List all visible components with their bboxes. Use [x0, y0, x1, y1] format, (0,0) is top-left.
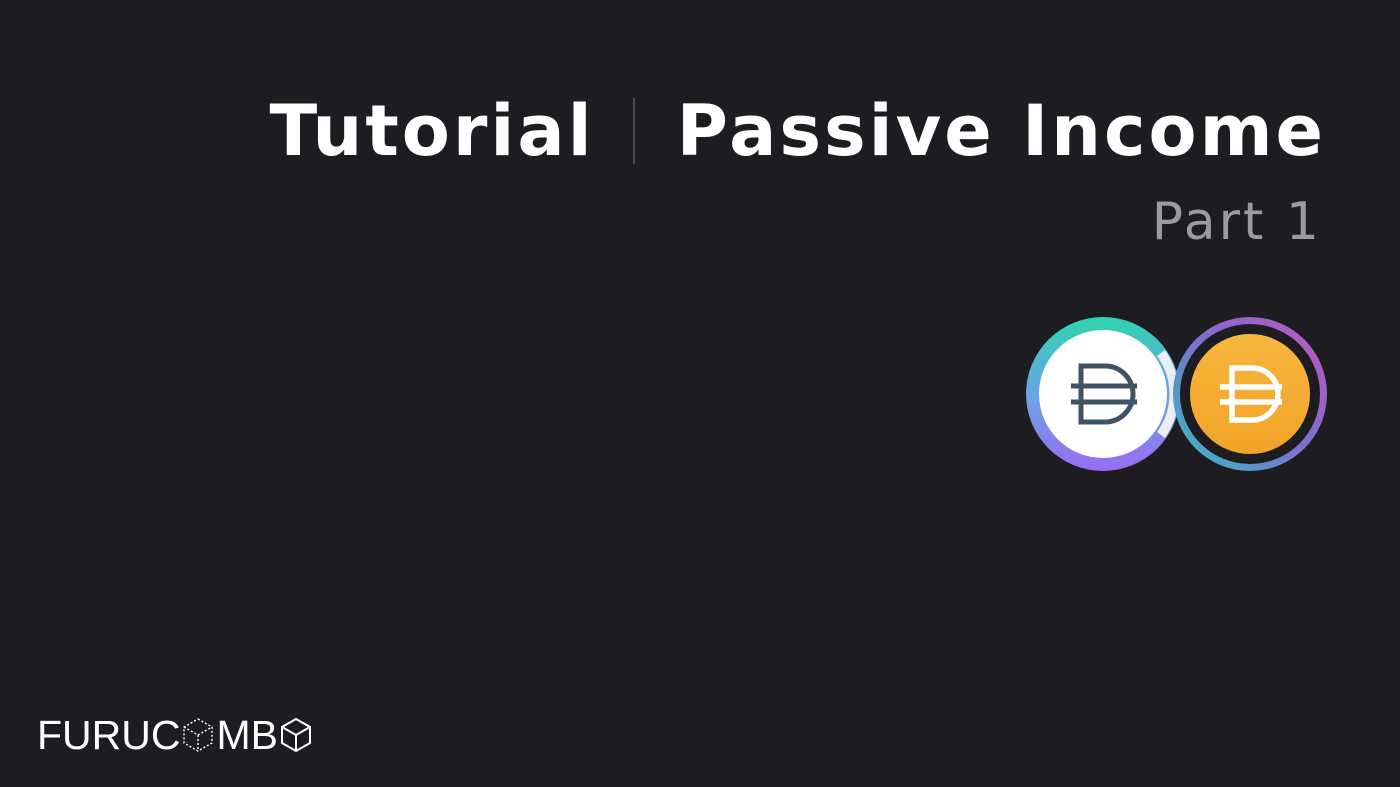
page-title: Tutorial Passive Income	[269, 88, 1326, 174]
cube-icon	[280, 717, 311, 753]
title-divider	[632, 98, 635, 164]
furucombo-logo: FURUC MB	[37, 712, 314, 758]
cube-icon	[183, 718, 214, 752]
title-tutorial: Tutorial	[269, 90, 595, 172]
dai-token-gold-icon	[1173, 317, 1327, 471]
brand-text-part1: FURUC	[37, 711, 181, 758]
dai-token-white-icon	[1026, 317, 1180, 471]
title-passive-income: Passive Income	[676, 90, 1326, 172]
brand-text-part2: MB	[216, 711, 278, 758]
page-subtitle: Part 1	[1151, 192, 1322, 252]
